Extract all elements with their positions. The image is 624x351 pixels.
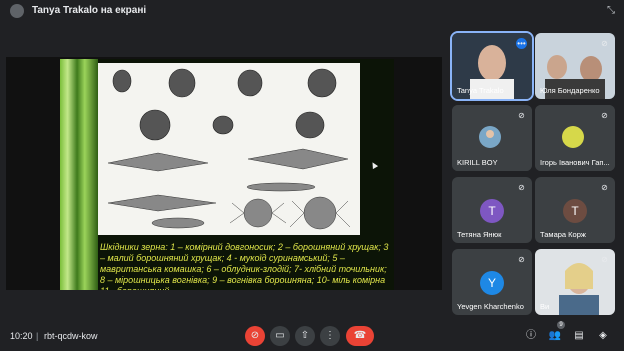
separator: | <box>36 331 39 341</box>
bottom-bar: 10:20 | rbt-qcdw-kow ⊘ ▭ ⇧ ⋮ ☎ ⓘ 👥 9 ▤ ◈ <box>0 320 624 351</box>
more-vert-icon[interactable]: ⋮ <box>320 326 340 346</box>
presenter-avatar-icon <box>10 4 24 18</box>
mic-off-icon[interactable]: ⊘ <box>245 326 265 346</box>
self-view-tile[interactable]: ⊘ Ви <box>535 249 615 315</box>
present-screen-icon[interactable]: ⇧ <box>295 326 315 346</box>
participant-initial-avatar: Y <box>480 271 504 295</box>
participant-tile[interactable]: Y ⊘ Yevgen Kharchenko <box>452 249 532 315</box>
participant-initial-avatar: Т <box>563 199 587 223</box>
mic-off-icon: ⊘ <box>518 255 525 264</box>
mic-off-icon: ⊘ <box>518 111 525 120</box>
mic-off-icon: ⊘ <box>518 183 525 192</box>
presenter-label: Tanya Trakalo на екрані <box>32 5 147 16</box>
participant-tile[interactable]: ⊘ Ігорь Іванович Гап... <box>535 105 615 171</box>
chat-icon[interactable]: ▤ <box>572 329 586 343</box>
meeting-code: rbt-qcdw-kow <box>44 331 98 341</box>
people-icon[interactable]: 👥 <box>548 329 562 343</box>
participant-name: Tanya Trakalo <box>457 86 504 95</box>
mic-off-icon: ⊘ <box>601 183 608 192</box>
camera-icon[interactable]: ▭ <box>270 326 290 346</box>
presentation-slide: Шкідники зерна: 1 – комірний довгоносик;… <box>60 59 394 290</box>
mic-off-icon: ⊘ <box>601 39 608 48</box>
participant-tile[interactable]: ⊘ KIRILL BOY <box>452 105 532 171</box>
participant-name: Yevgen Kharchenko <box>457 302 524 311</box>
mic-off-icon: ⊘ <box>601 255 608 264</box>
participant-tile[interactable]: ⊘ Юля Бондаренко <box>535 33 615 99</box>
speaking-indicator-icon: ••• <box>516 38 527 49</box>
participant-tile[interactable]: ••• Tanya Trakalo <box>450 31 534 101</box>
pest-illustration-svg <box>107 68 351 230</box>
top-bar: Tanya Trakalo на екрані ⤡ <box>0 0 624 24</box>
meeting-time: 10:20 <box>10 331 33 341</box>
slide-caption: Шкідники зерна: 1 – комірний довгоносик;… <box>100 242 389 290</box>
participant-name: KIRILL BOY <box>457 158 498 167</box>
participant-tile[interactable]: Т ⊘ Тамара Корж <box>535 177 615 243</box>
collapse-icon[interactable]: ⤡ <box>604 4 618 18</box>
activities-icon[interactable]: ◈ <box>596 329 610 343</box>
participant-name: Тамара Корж <box>540 230 586 239</box>
shared-screen: Шкідники зерна: 1 – комірний довгоносик;… <box>6 57 442 290</box>
participant-name: Тетяна Янюк <box>457 230 502 239</box>
participants-count-badge: 9 <box>557 321 565 329</box>
participant-name: Ігорь Іванович Гап... <box>540 158 610 167</box>
info-icon[interactable]: ⓘ <box>524 329 538 343</box>
mic-off-icon: ⊘ <box>601 111 608 120</box>
grass-decoration <box>60 59 98 290</box>
participant-tile[interactable]: Т ⊘ Тетяна Янюк <box>452 177 532 243</box>
pest-illustration <box>98 63 360 235</box>
participant-name: Ви <box>540 302 550 311</box>
call-end-icon[interactable]: ☎ <box>346 326 374 346</box>
participant-initial-avatar: Т <box>480 199 504 223</box>
participant-name: Юля Бондаренко <box>540 86 600 95</box>
